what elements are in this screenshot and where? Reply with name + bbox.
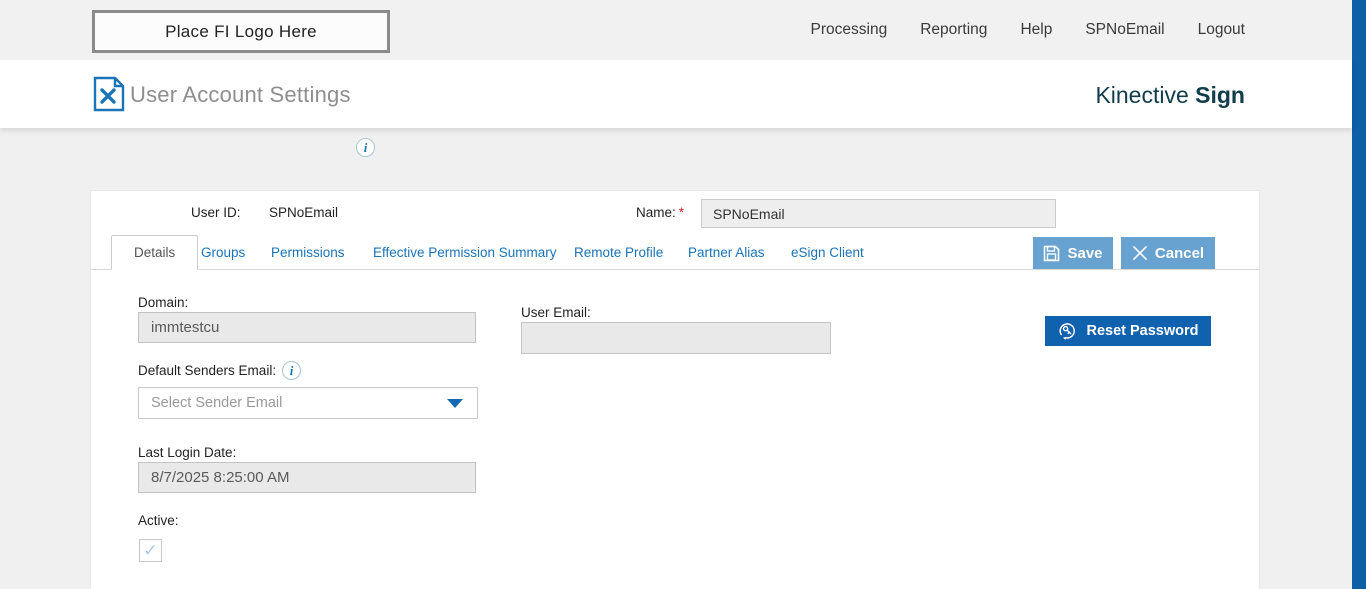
fi-logo-text: Place FI Logo Here <box>165 21 317 41</box>
cancel-x-icon <box>1133 246 1147 260</box>
fi-logo-placeholder: Place FI Logo Here <box>92 10 390 53</box>
tab-permissions[interactable]: Permissions <box>271 235 345 270</box>
tab-strip-divider <box>91 269 1259 270</box>
user-account-panel: User ID: SPNoEmail Name:* Details Groups… <box>90 190 1260 589</box>
brand-bold: Sign <box>1195 82 1245 108</box>
domain-input <box>138 312 476 343</box>
nav-logout[interactable]: Logout <box>1198 21 1245 39</box>
tab-groups[interactable]: Groups <box>201 235 245 270</box>
user-id-value: SPNoEmail <box>269 205 339 220</box>
chevron-down-icon <box>447 398 463 408</box>
cancel-button[interactable]: Cancel <box>1121 237 1215 269</box>
brand-logo: Kinective Sign <box>1095 82 1245 109</box>
default-senders-email-label: Default Senders Email: <box>138 363 277 378</box>
content-area: User ID: SPNoEmail Name:* Details Groups… <box>0 128 1352 589</box>
tab-remote-profile[interactable]: Remote Profile <box>574 235 663 270</box>
save-button[interactable]: Save <box>1033 237 1113 269</box>
tab-esign-client[interactable]: eSign Client <box>791 235 864 270</box>
user-email-label: User Email: <box>521 305 591 320</box>
tab-details[interactable]: Details <box>111 235 199 270</box>
top-header: Place FI Logo Here Processing Reporting … <box>0 0 1352 60</box>
nav-processing[interactable]: Processing <box>811 21 888 39</box>
default-senders-email-placeholder: Select Sender Email <box>151 395 283 411</box>
last-login-input <box>138 462 476 493</box>
tab-effective-permission-summary[interactable]: Effective Permission Summary <box>373 235 557 270</box>
checkmark-icon: ✓ <box>143 541 158 560</box>
domain-label: Domain: <box>138 295 189 310</box>
name-input[interactable] <box>701 199 1056 228</box>
reset-password-button[interactable]: Reset Password <box>1045 316 1211 346</box>
brand-regular: Kinective <box>1095 82 1189 108</box>
user-id-label: User ID: <box>191 205 241 220</box>
cancel-button-label: Cancel <box>1154 244 1205 262</box>
save-button-label: Save <box>1067 244 1103 262</box>
last-login-label: Last Login Date: <box>138 445 237 460</box>
name-label-text: Name: <box>636 205 676 220</box>
tab-partner-alias[interactable]: Partner Alias <box>688 235 765 270</box>
nav-help[interactable]: Help <box>1020 21 1052 39</box>
active-checkbox[interactable]: ✓ <box>139 539 162 562</box>
name-label: Name: * <box>636 205 684 220</box>
active-label: Active: <box>138 513 179 528</box>
identity-row: User ID: SPNoEmail Name: * <box>91 199 1259 229</box>
default-senders-email-label-wrap: Default Senders Email: i <box>138 361 302 380</box>
user-email-input <box>521 322 831 354</box>
user-settings-document-icon <box>93 76 125 112</box>
nav-username[interactable]: SPNoEmail <box>1085 21 1164 39</box>
required-asterisk: * <box>678 205 685 220</box>
default-senders-email-select[interactable]: Select Sender Email <box>138 387 478 419</box>
reset-password-label: Reset Password <box>1086 323 1199 339</box>
top-nav: Processing Reporting Help SPNoEmail Logo… <box>811 0 1245 60</box>
nav-reporting[interactable]: Reporting <box>920 21 987 39</box>
title-band: User Account Settings i Kinective Sign <box>0 60 1352 157</box>
page-title: User Account Settings <box>130 82 351 107</box>
page-title-info-icon[interactable]: i <box>356 138 375 157</box>
save-floppy-icon <box>1044 245 1060 261</box>
vertical-scrollbar[interactable] <box>1352 0 1366 589</box>
default-senders-email-info-icon[interactable]: i <box>282 361 302 380</box>
reset-password-key-icon <box>1059 323 1076 340</box>
